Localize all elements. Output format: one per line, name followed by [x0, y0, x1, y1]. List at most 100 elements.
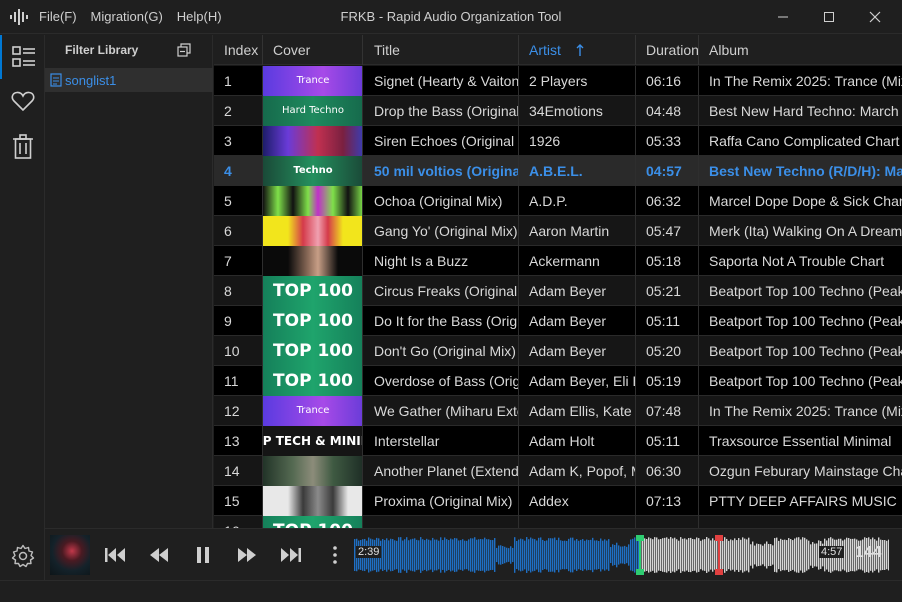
- table-body: 1TranceSignet (Hearty & Vaitonis Remix)2…: [214, 66, 902, 528]
- cell-album: Best New Hard Techno: March 2025: [709, 103, 902, 119]
- cell-cover: TOP 100: [263, 306, 363, 336]
- cell-cover: Trance: [263, 396, 363, 426]
- library-rail-button[interactable]: [0, 35, 45, 79]
- table-row[interactable]: 13DEEP TECH & MINIMALInterstellarAdam Ho…: [214, 426, 902, 456]
- cell-cover: TOP 100: [263, 276, 363, 306]
- cell-cover: Hard Techno: [263, 96, 363, 126]
- next-track-button[interactable]: [277, 541, 305, 569]
- library-item-songlist1[interactable]: songlist1: [45, 68, 213, 92]
- fast-forward-button[interactable]: [233, 541, 261, 569]
- table-row[interactable]: 1 Trance Signet (Hearty & Vaitonis Remix)2…: [214, 66, 902, 96]
- cell-duration: 05:47: [636, 216, 699, 246]
- status-bar: [0, 580, 902, 602]
- table-row[interactable]: 5 Ochoa (Original Mix) A.D.P. 06:32 Marcel D…: [214, 186, 902, 216]
- cell-duration: 04:48: [636, 96, 699, 126]
- cell-artist: Adam Beyer: [519, 336, 636, 366]
- pause-button[interactable]: [189, 541, 217, 569]
- sort-ascending-icon: [576, 44, 584, 56]
- menu-help[interactable]: Help(H): [177, 0, 222, 34]
- more-vertical-icon: [333, 546, 337, 564]
- more-options-button[interactable]: [321, 541, 349, 569]
- cell-cover: [263, 456, 363, 486]
- collapse-all-icon[interactable]: [177, 43, 191, 57]
- table-row[interactable]: 4 Techno 50 mil voltios (Original Mix)A.B.…: [214, 156, 902, 186]
- maximize-button[interactable]: [806, 0, 852, 34]
- heart-icon: [11, 91, 34, 112]
- table-row[interactable]: 14 Another Planet (Extended Mix)Adam K, P…: [214, 456, 902, 486]
- cell-title: Gang Yo' (Original Mix): [364, 216, 519, 246]
- table-row[interactable]: 16TOP 100: [214, 516, 902, 528]
- cell-artist: [519, 516, 636, 528]
- recycle-bin-rail-button[interactable]: [0, 125, 45, 169]
- table-row[interactable]: 15 Proxima (Original Mix) Addex 07:13 PTTY D…: [214, 486, 902, 516]
- pause-icon: [197, 547, 209, 563]
- cell-artist: 34Emotions: [519, 96, 636, 126]
- column-header-duration[interactable]: Duration: [636, 35, 699, 65]
- cell-artist: Addex: [519, 486, 636, 516]
- close-button[interactable]: [852, 0, 898, 34]
- column-header-index[interactable]: Index: [214, 35, 263, 65]
- column-header-artist[interactable]: Artist: [519, 35, 636, 65]
- cell-album: Beatport Top 100 Techno (Peak Time): [709, 373, 902, 389]
- rewind-button[interactable]: [145, 541, 173, 569]
- column-header-title[interactable]: Title: [364, 35, 519, 65]
- cell-artist: Adam K, Popof, Matt: [519, 456, 636, 486]
- current-time: 2:39: [356, 546, 382, 558]
- table-row[interactable]: 6 Gang Yo' (Original Mix) Aaron Martin 05:4…: [214, 216, 902, 246]
- table-row[interactable]: 12 Trance We Gather (Miharu Extended Mix)A…: [214, 396, 902, 426]
- table-row[interactable]: 10 TOP 100 Don't Go (Original Mix) Adam Bey…: [214, 336, 902, 366]
- cell-cover: TOP 100: [263, 516, 363, 528]
- table-row[interactable]: 11 TOP 100 Overdose of Bass (Original Mix)…: [214, 366, 902, 396]
- cell-album: Merk (Ita) Walking On A Dream Chart: [709, 223, 902, 239]
- song-table: Index Cover Title Artist Duration Album …: [214, 35, 902, 528]
- cell-duration: 06:32: [636, 186, 699, 216]
- menu-bar: File(F) Migration(G) Help(H): [39, 0, 236, 34]
- cell-index: 6: [214, 216, 263, 246]
- album-cover: Techno: [263, 156, 362, 186]
- cell-index: 12: [214, 396, 263, 426]
- now-playing-cover[interactable]: [50, 535, 90, 575]
- cover-caption: TOP 100: [273, 370, 353, 391]
- menu-migration[interactable]: Migration(G): [91, 0, 163, 34]
- album-cover: TOP 100: [263, 336, 362, 366]
- previous-track-button[interactable]: [101, 541, 129, 569]
- cell-duration: 07:48: [636, 396, 699, 426]
- cover-caption: Trance: [296, 75, 330, 86]
- minimize-button[interactable]: [760, 0, 806, 34]
- skip-previous-icon: [105, 548, 125, 562]
- cell-album: Saporta Not A Trouble Chart: [709, 253, 885, 269]
- cell-index: 13: [214, 426, 263, 456]
- column-header-album[interactable]: Album: [699, 35, 902, 65]
- cover-caption: TOP 100: [273, 280, 353, 301]
- cover-caption: Trance: [296, 405, 330, 416]
- cell-index: 11: [214, 366, 263, 396]
- cell-title: Signet (Hearty & Vaitonis Remix): [364, 66, 519, 96]
- cell-title: Drop the Bass (Original Mix): [364, 96, 519, 126]
- waveform-seekbar[interactable]: [354, 535, 889, 575]
- list-icon: [11, 46, 35, 67]
- cell-cover: [263, 126, 363, 156]
- album-cover: [263, 186, 362, 216]
- favorites-rail-button[interactable]: [0, 79, 45, 123]
- cell-artist: 1926: [519, 126, 636, 156]
- cover-caption: Hard Techno: [282, 105, 344, 116]
- album-cover: Hard Techno: [263, 96, 362, 126]
- cell-album: In The Remix 2025: Trance (Mixed): [709, 403, 902, 419]
- cell-artist: Adam Beyer: [519, 306, 636, 336]
- table-row[interactable]: 7 Night Is a Buzz Ackermann 05:18 Saporta No…: [214, 246, 902, 276]
- cell-title: Interstellar: [364, 426, 519, 456]
- table-row[interactable]: 3 Siren Echoes (Original Mix)192605:33 Raf…: [214, 126, 902, 156]
- cell-title: Circus Freaks (Original Mix): [364, 276, 519, 306]
- cell-album: PTTY DEEP AFFAIRS MUSIC: [709, 493, 897, 509]
- table-row[interactable]: 8 TOP 100 Circus Freaks (Original Mix)Adam…: [214, 276, 902, 306]
- table-row[interactable]: 9 TOP 100 Do It for the Bass (Original Mix…: [214, 306, 902, 336]
- settings-button[interactable]: [0, 540, 45, 572]
- column-header-cover[interactable]: Cover: [263, 35, 363, 65]
- cell-album: Ozgun Feburary Mainstage Chart: [709, 463, 902, 479]
- playlist-file-icon: [50, 73, 62, 87]
- menu-file[interactable]: File(F): [39, 0, 77, 34]
- album-cover: TOP 100: [263, 516, 362, 528]
- table-row[interactable]: 2 Hard Techno Drop the Bass (Original Mix)…: [214, 96, 902, 126]
- cell-duration: 05:33: [636, 126, 699, 156]
- cell-artist: 2 Players: [519, 66, 636, 96]
